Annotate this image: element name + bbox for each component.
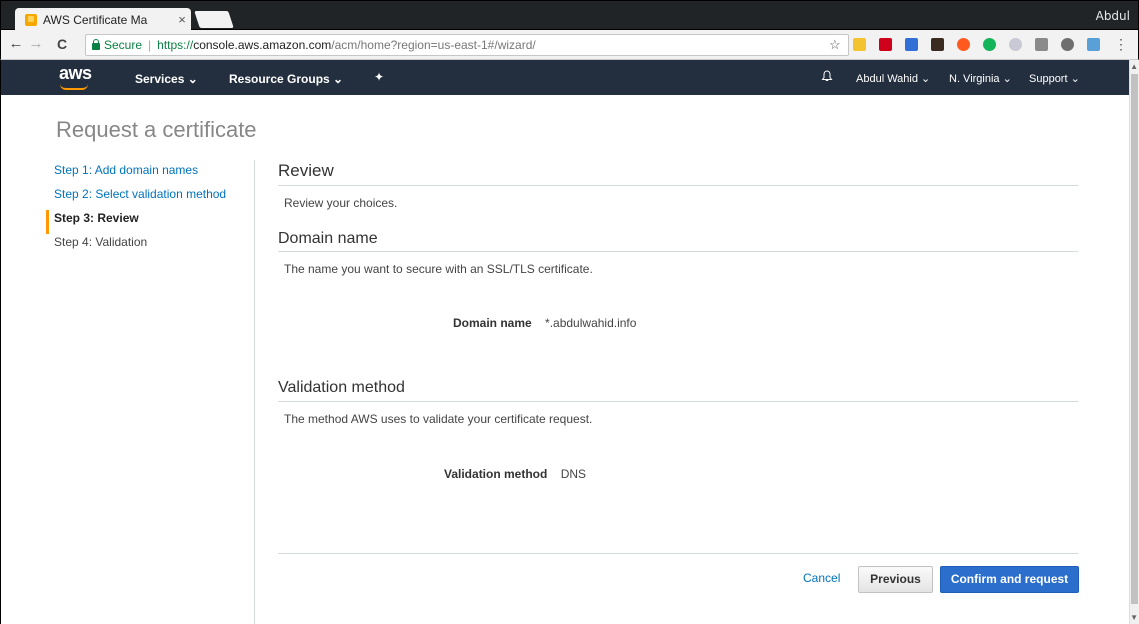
wizard-steps: Step 1: Add domain names Step 2: Select … — [46, 162, 254, 258]
bookmark-star-icon[interactable]: ☆ — [829, 37, 841, 53]
forward-arrow-icon[interactable]: → — [27, 36, 45, 52]
review-description: Review your choices. — [284, 196, 398, 210]
scrollbar-thumb[interactable] — [1131, 74, 1138, 604]
browser-tab-strip: AWS Certificate Ma × Abdul — [0, 0, 1139, 31]
profile-name[interactable]: Abdul — [1096, 9, 1130, 23]
domain-name-description: The name you want to secure with an SSL/… — [284, 262, 593, 276]
tab-title: AWS Certificate Ma — [43, 12, 148, 27]
validation-method-key: Validation method — [444, 467, 548, 481]
cancel-link[interactable]: Cancel — [803, 571, 840, 585]
validation-method-heading: Validation method — [278, 379, 405, 396]
aws-favicon-icon — [25, 13, 37, 26]
aws-top-nav: aws Services ⌄ Resource Groups ⌄ ✦ Abdul… — [0, 60, 1139, 95]
lock-icon — [92, 38, 100, 50]
page-scrollbar[interactable]: ▲ ▼ — [1129, 60, 1139, 624]
domain-name-row: Domain name *.abdulwahid.info — [453, 316, 636, 330]
validation-method-row: Validation method DNS — [444, 467, 586, 481]
url-host: console.aws.amazon.com — [193, 38, 332, 52]
step-add-domain-names[interactable]: Step 1: Add domain names — [46, 162, 254, 186]
back-arrow-icon[interactable]: ← — [7, 36, 25, 52]
aws-logo-smile-icon — [60, 84, 88, 90]
bell-icon[interactable] — [821, 70, 833, 82]
validation-method-description: The method AWS uses to validate your cer… — [284, 412, 593, 426]
services-menu[interactable]: Services ⌄ — [135, 72, 198, 86]
window-edge — [0, 95, 1, 624]
omnibox-separator: | — [148, 38, 152, 52]
extension-icon[interactable] — [957, 38, 970, 51]
confirm-and-request-button[interactable]: Confirm and request — [940, 566, 1079, 593]
address-bar[interactable]: Secure | https:// console.aws.amazon.com… — [85, 34, 849, 56]
browser-tab[interactable]: AWS Certificate Ma × — [15, 8, 191, 31]
step-select-validation-method[interactable]: Step 2: Select validation method — [46, 186, 254, 210]
step-validation: Step 4: Validation — [54, 235, 148, 249]
camera-extension-icon[interactable] — [1035, 38, 1048, 51]
previous-button[interactable]: Previous — [858, 566, 933, 593]
new-tab-button[interactable] — [194, 11, 234, 28]
tab-close-icon[interactable]: × — [173, 12, 191, 27]
browser-menu-icon[interactable]: ⋮ — [1114, 36, 1128, 52]
domain-name-key: Domain name — [453, 316, 532, 330]
validation-method-value: DNS — [560, 467, 587, 481]
extension-icon[interactable] — [879, 38, 892, 51]
extension-icon[interactable] — [1009, 38, 1022, 51]
url-path: /acm/home?region=us-east-1#/wizard/ — [331, 38, 536, 52]
aws-logo[interactable]: aws — [59, 63, 92, 84]
domain-name-divider — [278, 251, 1078, 252]
extension-icon[interactable] — [931, 38, 944, 51]
review-heading: Review — [278, 161, 334, 180]
extension-icon[interactable] — [1087, 38, 1100, 51]
step-review: Step 3: Review — [46, 210, 254, 234]
domain-name-value: *.abdulwahid.info — [545, 316, 637, 330]
extension-icon[interactable] — [853, 38, 866, 51]
user-menu[interactable]: Abdul Wahid ⌄ — [856, 72, 930, 85]
scroll-up-icon[interactable]: ▲ — [1130, 62, 1138, 71]
region-menu[interactable]: N. Virginia ⌄ — [949, 72, 1012, 85]
resource-groups-menu[interactable]: Resource Groups ⌄ — [229, 72, 343, 86]
domain-name-heading: Domain name — [278, 230, 378, 247]
speed-extension-icon[interactable] — [1061, 38, 1074, 51]
page-title: Request a certificate — [56, 117, 257, 142]
extension-icon[interactable] — [905, 38, 918, 51]
reload-icon[interactable]: C — [53, 36, 71, 52]
pin-icon[interactable]: ✦ — [374, 70, 384, 84]
review-divider — [278, 185, 1078, 186]
url-scheme: https:// — [157, 38, 194, 52]
actions-divider — [278, 553, 1078, 554]
browser-toolbar: ← → C Secure | https:// console.aws.amaz… — [0, 30, 1139, 60]
validation-method-divider — [278, 401, 1078, 402]
support-menu[interactable]: Support ⌄ — [1029, 72, 1080, 85]
scroll-down-icon[interactable]: ▼ — [1130, 613, 1138, 622]
steps-divider — [254, 160, 255, 624]
secure-label: Secure — [104, 38, 143, 52]
extension-icon[interactable] — [983, 38, 996, 51]
